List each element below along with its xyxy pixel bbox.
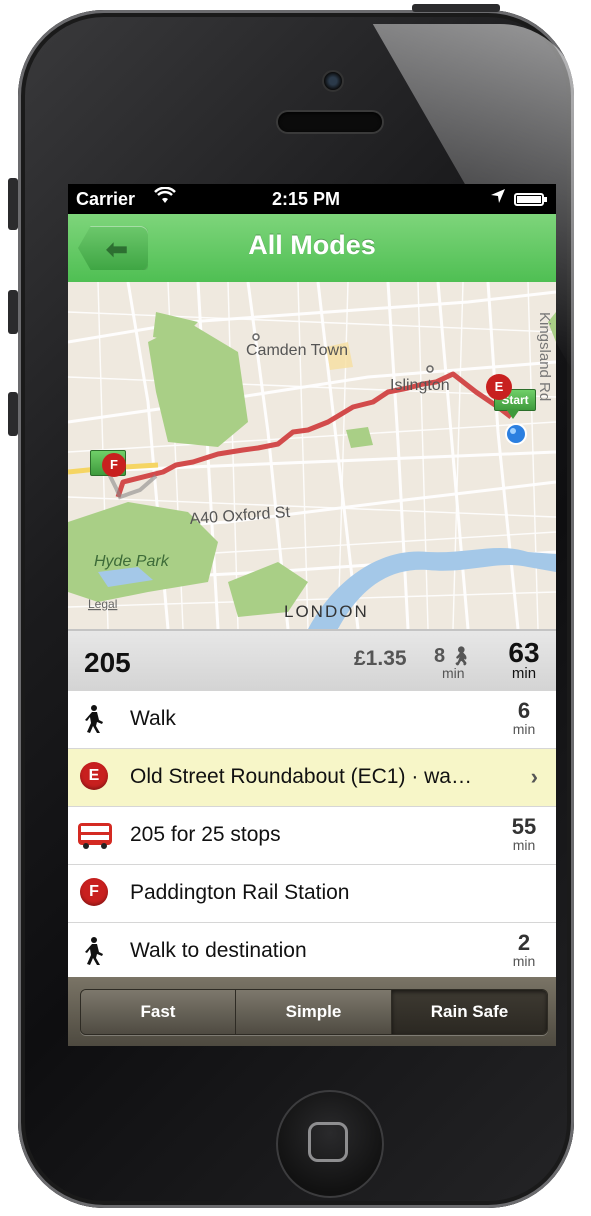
stop-e-marker-label: E (494, 379, 504, 394)
route-number: 205 (84, 647, 131, 678)
bus-icon (78, 820, 112, 850)
step-duration-unit: min (512, 721, 536, 737)
location-arrow-icon (490, 188, 506, 209)
mute-switch (8, 178, 18, 230)
route-preference-segmented-control: Fast Simple Rain Safe (80, 989, 548, 1035)
map-label-london: LONDON (284, 602, 369, 621)
volume-down-button (8, 392, 18, 436)
step-alight-stop-f[interactable]: F Paddington Rail Station (68, 865, 556, 923)
map-legal-link[interactable]: Legal (88, 597, 117, 611)
step-walk[interactable]: Walk 6 min (68, 691, 556, 749)
step-duration-unit: min (512, 837, 536, 853)
step-duration: 2 min (504, 930, 544, 969)
home-square-icon (308, 1122, 348, 1162)
step-duration-unit: min (512, 953, 536, 969)
stop-e-marker[interactable]: E (486, 374, 512, 400)
segment-simple[interactable]: Simple (236, 990, 392, 1034)
walking-person-icon: 🚶︎ (449, 646, 473, 666)
step-label: Walk to destination (130, 939, 307, 962)
walking-person-icon (80, 936, 110, 966)
page-title: All Modes (248, 230, 376, 260)
stop-e-icon: E (80, 762, 110, 792)
battery-icon (514, 193, 547, 206)
app-screen: Carrier 2:15 PM ⬅ All Modes Camden Town … (68, 184, 556, 1046)
total-time: 63 min (504, 637, 544, 682)
bottom-toolbar: Fast Simple Rain Safe (68, 977, 556, 1046)
step-label: Old Street Roundabout (EC1) · wa… (130, 765, 472, 788)
stop-f-marker-label: F (110, 457, 118, 472)
status-bar: Carrier 2:15 PM (68, 184, 556, 214)
volume-up-button (8, 290, 18, 334)
step-label: Paddington Rail Station (130, 881, 350, 904)
step-label: 205 for 25 stops (130, 823, 281, 846)
fare-value: £1.35 (354, 647, 407, 670)
chevron-right-icon: › (530, 764, 538, 789)
navigation-bar: ⬅ All Modes (68, 214, 556, 283)
carrier-label: Carrier (76, 189, 136, 209)
step-duration: 6 min (504, 698, 544, 737)
walk-time-unit: min (441, 665, 465, 681)
sleep-button (412, 4, 500, 12)
step-duration: 55 min (504, 814, 544, 853)
walking-person-icon (80, 704, 110, 734)
home-button[interactable] (276, 1090, 384, 1198)
route-steps-list: Walk 6 min E Old Street Roundabout (EC1)… (68, 691, 556, 981)
step-walk-destination[interactable]: Walk to destination 2 min (68, 923, 556, 981)
route-map[interactable]: Camden Town Islington Kingsland Rd A40 O… (68, 282, 556, 629)
step-bus[interactable]: 205 for 25 stops 55 min (68, 807, 556, 865)
map-label-kingsland: Kingsland Rd (536, 312, 553, 401)
stop-f-icon: F (80, 878, 110, 908)
step-label: Walk (130, 707, 176, 730)
route-summary-bar: 205 £1.35 8 🚶︎ min 63 min (68, 629, 556, 694)
walk-time: 8 🚶︎ min (434, 645, 472, 681)
wifi-icon (154, 186, 176, 210)
map-label-hyde-park: Hyde Park (94, 553, 170, 570)
segment-fast[interactable]: Fast (81, 990, 236, 1034)
stop-f-marker[interactable]: F (102, 453, 126, 477)
walk-time-value: 8 (434, 645, 446, 667)
start-marker-pin-icon (506, 409, 520, 419)
status-time: 2:15 PM (272, 189, 341, 209)
step-board-stop-e[interactable]: E Old Street Roundabout (EC1) · wa… › (68, 749, 556, 807)
earpiece-speaker (278, 112, 382, 132)
map-label-islington: Islington (390, 377, 450, 394)
map-label-camden: Camden Town (246, 342, 348, 359)
segment-rain-safe[interactable]: Rain Safe (392, 990, 547, 1034)
front-camera (322, 70, 344, 92)
